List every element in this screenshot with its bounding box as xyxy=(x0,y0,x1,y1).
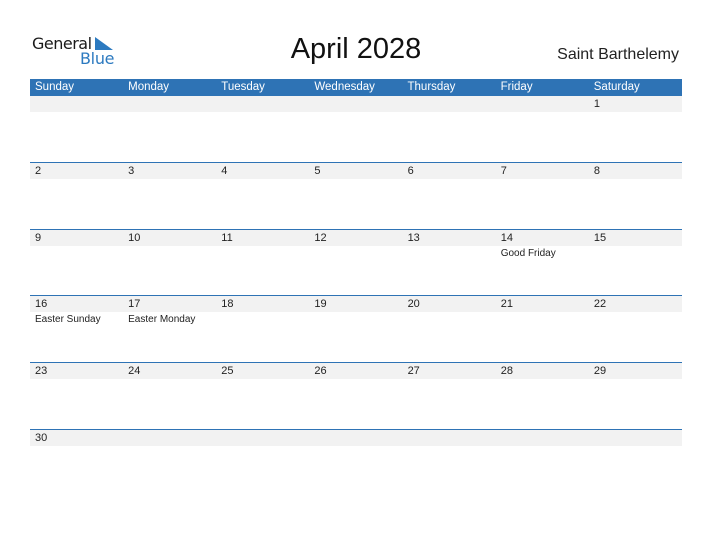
day-number: 13 xyxy=(407,232,420,244)
weekday-sunday: Sunday xyxy=(35,81,75,93)
day-cell: 7 xyxy=(496,163,589,229)
weekday-thursday: Thursday xyxy=(407,81,456,93)
day-cell xyxy=(496,430,589,496)
weekday-saturday: Saturday xyxy=(593,81,640,93)
day-number: 18 xyxy=(221,298,234,310)
day-cell: 15 xyxy=(589,230,682,296)
day-number: 20 xyxy=(407,298,420,310)
day-cell xyxy=(30,96,123,162)
day-cell: 5 xyxy=(309,163,402,229)
day-cell: 13 xyxy=(403,230,496,296)
day-number: 1 xyxy=(593,98,600,110)
day-cell: 16 Easter Sunday xyxy=(30,296,123,362)
day-cell: 6 xyxy=(403,163,496,229)
day-number: 12 xyxy=(314,232,327,244)
day-cell: 23 xyxy=(30,363,123,429)
day-cell xyxy=(309,430,402,496)
day-number: 22 xyxy=(593,298,607,310)
day-cell: 21 xyxy=(496,296,589,362)
day-cell: 9 xyxy=(30,230,123,296)
day-cell: 26 xyxy=(309,363,402,429)
weekday-monday: Monday xyxy=(128,81,170,93)
week-row: 30 xyxy=(30,429,682,497)
day-cell: 18 xyxy=(216,296,309,362)
day-cell xyxy=(496,96,589,162)
day-number: 24 xyxy=(128,365,141,377)
weekday-wednesday: Wednesday xyxy=(314,81,375,93)
day-number: 27 xyxy=(407,365,420,377)
day-cell: 3 xyxy=(123,163,216,229)
week-row: 1 xyxy=(30,96,682,163)
day-cell: 29 xyxy=(589,363,682,429)
day-number: 8 xyxy=(593,165,600,177)
week-row: 16 Easter Sunday 17 Easter Monday 18 19 20 21 22 xyxy=(30,295,682,363)
day-number: 29 xyxy=(593,365,607,377)
day-number: 25 xyxy=(221,365,234,377)
weekday-tuesday: Tuesday xyxy=(221,81,265,93)
day-number: 17 xyxy=(128,298,141,310)
day-cell: 10 xyxy=(123,230,216,296)
day-number: 10 xyxy=(128,232,141,244)
day-number: 21 xyxy=(500,298,513,310)
day-number: 19 xyxy=(314,298,327,310)
day-cell: 19 xyxy=(309,296,402,362)
day-cell: 1 xyxy=(589,96,682,162)
day-number: 30 xyxy=(35,432,48,444)
day-cell: 22 xyxy=(589,296,682,362)
weekday-friday: Friday xyxy=(500,81,533,93)
day-number: 9 xyxy=(35,232,42,244)
day-cell xyxy=(123,430,216,496)
weekday-header: Sunday Monday Tuesday Wednesday Thursday… xyxy=(30,79,682,96)
day-cell: 4 xyxy=(216,163,309,229)
country-name: Saint Barthelemy xyxy=(557,46,679,63)
day-number: 14 xyxy=(500,232,513,244)
day-number: 2 xyxy=(35,165,42,177)
week-row: 9 10 11 12 13 14 Good Friday 15 xyxy=(30,229,682,297)
day-number: 11 xyxy=(221,232,233,244)
day-number: 6 xyxy=(407,165,414,177)
day-cell: 25 xyxy=(216,363,309,429)
day-number: 26 xyxy=(314,365,327,377)
day-number: 4 xyxy=(221,165,228,177)
day-cell: 28 xyxy=(496,363,589,429)
day-cell: 12 xyxy=(309,230,402,296)
day-number: 16 xyxy=(35,298,48,310)
day-cell xyxy=(403,430,496,496)
holiday-label: Easter Sunday xyxy=(35,314,101,325)
day-cell: 8 xyxy=(589,163,682,229)
day-cell xyxy=(216,430,309,496)
day-cell xyxy=(589,430,682,496)
holiday-label: Easter Monday xyxy=(128,314,196,325)
day-number: 7 xyxy=(500,165,507,177)
week-row: 23 24 25 26 27 28 29 xyxy=(30,362,682,430)
day-cell xyxy=(403,96,496,162)
day-cell: 14 Good Friday xyxy=(496,230,589,296)
day-cell: 30 xyxy=(30,430,123,496)
day-cell: 27 xyxy=(403,363,496,429)
day-cell: 17 Easter Monday xyxy=(123,296,216,362)
day-cell xyxy=(309,96,402,162)
day-cell: 11 xyxy=(216,230,309,296)
day-number: 5 xyxy=(314,165,321,177)
day-number: 28 xyxy=(500,365,513,377)
day-cell xyxy=(123,96,216,162)
week-row: 2 3 4 5 6 7 8 xyxy=(30,162,682,230)
day-number: 15 xyxy=(593,232,607,244)
day-cell: 2 xyxy=(30,163,123,229)
day-cell: 24 xyxy=(123,363,216,429)
day-cell: 20 xyxy=(403,296,496,362)
day-number: 3 xyxy=(128,165,135,177)
day-number: 23 xyxy=(35,365,48,377)
holiday-label: Good Friday xyxy=(500,248,556,259)
day-cell xyxy=(216,96,309,162)
